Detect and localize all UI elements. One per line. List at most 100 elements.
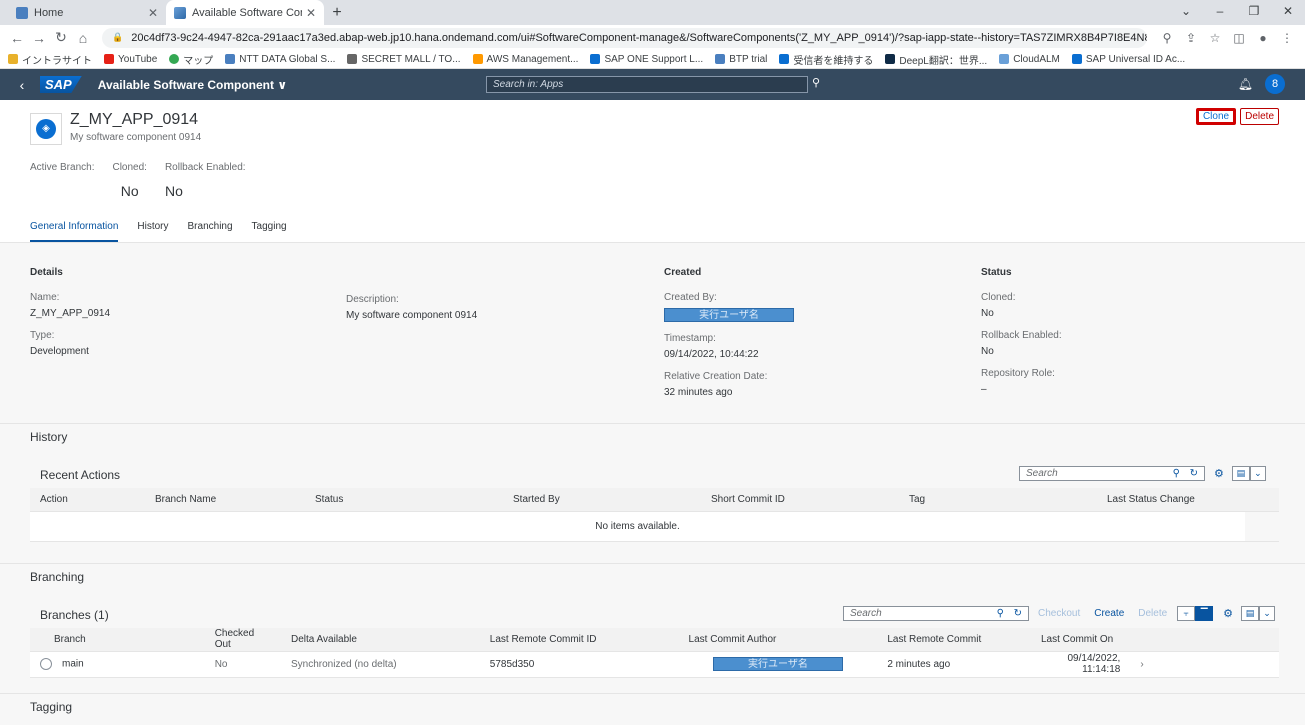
search-icon[interactable]: ⚲ <box>997 608 1004 619</box>
sap-logo[interactable]: SAP <box>40 76 82 93</box>
side-panel-icon[interactable]: ◫ <box>1227 31 1251 45</box>
tab-tagging[interactable]: Tagging <box>252 221 287 242</box>
bookmark-star-icon[interactable]: ☆ <box>1203 31 1227 45</box>
sap-shell-bar: ‹ SAP Available Software Component ∨ Sea… <box>0 69 1305 100</box>
bookmark-item[interactable]: 受信者を維持する <box>779 52 873 67</box>
column-header: Checked Out <box>204 628 281 652</box>
minimize-icon[interactable]: – <box>1203 0 1237 25</box>
tab-search-icon[interactable]: ⌄ <box>1169 0 1203 25</box>
commit-id-cell: 5785d350 <box>479 651 679 678</box>
history-section: History Recent Actions Search ⚲ ↻ ⚙ ▤ ⌄ … <box>0 424 1305 564</box>
bookmark-item[interactable]: SAP Universal ID Ac... <box>1071 54 1185 65</box>
settings-gear-icon[interactable]: ⚙ <box>1214 467 1224 480</box>
export-icon[interactable]: ▤ <box>1241 606 1260 621</box>
search-icon[interactable]: ⚲ <box>1173 468 1180 479</box>
cloned-value: No <box>981 308 994 319</box>
tagging-heading: Tagging <box>30 700 73 714</box>
cloudalm-icon <box>999 54 1010 64</box>
back-arrow-icon[interactable]: ← <box>6 30 28 46</box>
bookmark-item[interactable]: BTP trial <box>715 54 767 65</box>
column-header: Last Status Change <box>1097 488 1245 512</box>
browser-tab-home[interactable]: Home ✕ <box>8 0 166 25</box>
object-icon-box: ◈ <box>30 113 62 145</box>
export-dropdown-icon[interactable]: ⌄ <box>1259 606 1276 621</box>
settings-gear-icon[interactable]: ⚙ <box>1223 607 1233 620</box>
mall-icon <box>347 54 358 64</box>
active-branch-attr: Active Branch: <box>30 162 95 173</box>
recent-actions-title: Recent Actions <box>40 468 121 482</box>
bookmark-item[interactable]: CloudALM <box>999 54 1060 65</box>
refresh-icon[interactable]: ↻ <box>1014 608 1022 619</box>
object-subtitle: My software component 0914 <box>70 132 202 143</box>
bookmark-item[interactable]: NTT DATA Global S... <box>225 54 335 65</box>
reload-icon[interactable]: ↻ <box>50 29 72 46</box>
bookmark-item[interactable]: イントラサイト <box>8 52 92 67</box>
bookmark-item[interactable]: DeepL翻訳：世界... <box>885 52 987 67</box>
table-header-row: Branch Checked Out Delta Available Last … <box>30 628 1279 652</box>
column-header: Last Commit Author <box>678 628 878 652</box>
forward-arrow-icon[interactable]: → <box>28 30 50 46</box>
export-icon[interactable]: ▤ <box>1231 466 1250 481</box>
profile-icon[interactable]: ● <box>1251 31 1275 45</box>
restore-icon[interactable]: ❐ <box>1237 0 1271 25</box>
refresh-icon[interactable]: ↻ <box>1190 468 1198 479</box>
general-information-section: Details Name: Z_MY_APP_0914 Type: Develo… <box>0 243 1305 424</box>
author-masked-value: 実行ユーザ名 <box>712 657 843 671</box>
app-title-menu[interactable]: Available Software Component ∨ <box>98 78 287 92</box>
notification-bell-icon[interactable]: 🔔︎ <box>1238 77 1253 91</box>
zoom-icon[interactable]: ⚲ <box>1155 31 1179 45</box>
column-header: Delta Available <box>280 628 480 652</box>
close-window-icon[interactable]: ✕ <box>1271 0 1305 25</box>
description-column: Description: My software component 0914 <box>346 294 478 321</box>
tab-general-information[interactable]: General Information <box>30 221 119 242</box>
url-text: 20c4df73-9c24-4947-82ca-291aac17a3ed.aba… <box>131 31 1147 44</box>
row-select-radio[interactable] <box>40 658 52 670</box>
map-pin-icon <box>169 54 180 64</box>
user-avatar[interactable]: 8 <box>1265 74 1285 94</box>
bookmark-item[interactable]: YouTube <box>104 54 157 65</box>
address-bar-row: ← → ↻ ⌂ 🔒 20c4df73-9c24-4947-82ca-291aac… <box>0 25 1305 50</box>
checkout-button[interactable]: Checkout <box>1038 608 1080 619</box>
share-icon[interactable]: ⇪ <box>1179 31 1203 45</box>
bookmark-item[interactable]: マップ <box>169 52 213 67</box>
sap-favicon-icon <box>174 6 186 19</box>
history-search-input[interactable]: Search ⚲ ↻ <box>1019 466 1205 481</box>
bookmarks-bar: イントラサイト YouTube マップ NTT DATA Global S...… <box>0 50 1305 69</box>
shell-search-input[interactable]: Search in: Apps <box>486 76 808 93</box>
history-toolbar: ⚙ ▤ ⌄ <box>1214 466 1266 481</box>
status-column: Status Cloned: No Rollback Enabled: No R… <box>981 267 1062 395</box>
export-dropdown-icon[interactable]: ⌄ <box>1249 466 1266 481</box>
delete-branch-button[interactable]: Delete <box>1138 608 1167 619</box>
menu-kebab-icon[interactable]: ⋮ <box>1275 31 1299 45</box>
bookmark-item[interactable]: AWS Management... <box>472 54 578 65</box>
browser-tab-software-component[interactable]: Available Software Component ✕ <box>166 0 324 25</box>
tab-history[interactable]: History <box>137 221 168 242</box>
sap-icon <box>779 54 790 64</box>
name-value: Z_MY_APP_0914 <box>30 308 111 319</box>
expand-icon[interactable]: ▔ <box>1195 606 1214 621</box>
new-tab-button[interactable]: + <box>324 0 350 25</box>
empty-text: No items available. <box>30 511 1245 542</box>
bookmark-item[interactable]: SECRET MALL / TO... <box>347 54 461 65</box>
url-field[interactable]: 🔒 20c4df73-9c24-4947-82ca-291aac17a3ed.a… <box>102 27 1147 48</box>
timestamp-value: 09/14/2022, 10:44:22 <box>664 349 759 360</box>
delete-button[interactable]: Delete <box>1240 108 1279 125</box>
search-icon[interactable]: ⚲ <box>812 76 820 89</box>
row-navigation-chevron-icon[interactable]: › <box>1140 659 1143 670</box>
clone-button[interactable]: Clone <box>1195 108 1237 125</box>
home-icon[interactable]: ⌂ <box>72 30 94 46</box>
column-header: Branch Name <box>145 488 305 512</box>
created-by-masked-value: 実行ユーザ名 <box>664 308 794 322</box>
bookmark-item[interactable]: SAP ONE Support L... <box>590 54 703 65</box>
column-header: Started By <box>503 488 701 512</box>
sap-icon <box>1071 54 1082 64</box>
back-chevron-icon[interactable]: ‹ <box>10 77 34 93</box>
branches-search-input[interactable]: Search ⚲ ↻ <box>843 606 1029 621</box>
close-tab-icon[interactable]: ✕ <box>148 6 158 20</box>
aws-icon <box>472 54 483 64</box>
tab-branching[interactable]: Branching <box>188 221 233 242</box>
collapse-icon[interactable]: ⫟ <box>1177 606 1196 621</box>
table-row[interactable]: main No Synchronized (no delta) 5785d350… <box>30 651 1279 678</box>
create-button[interactable]: Create <box>1094 608 1124 619</box>
close-tab-icon[interactable]: ✕ <box>306 6 316 20</box>
